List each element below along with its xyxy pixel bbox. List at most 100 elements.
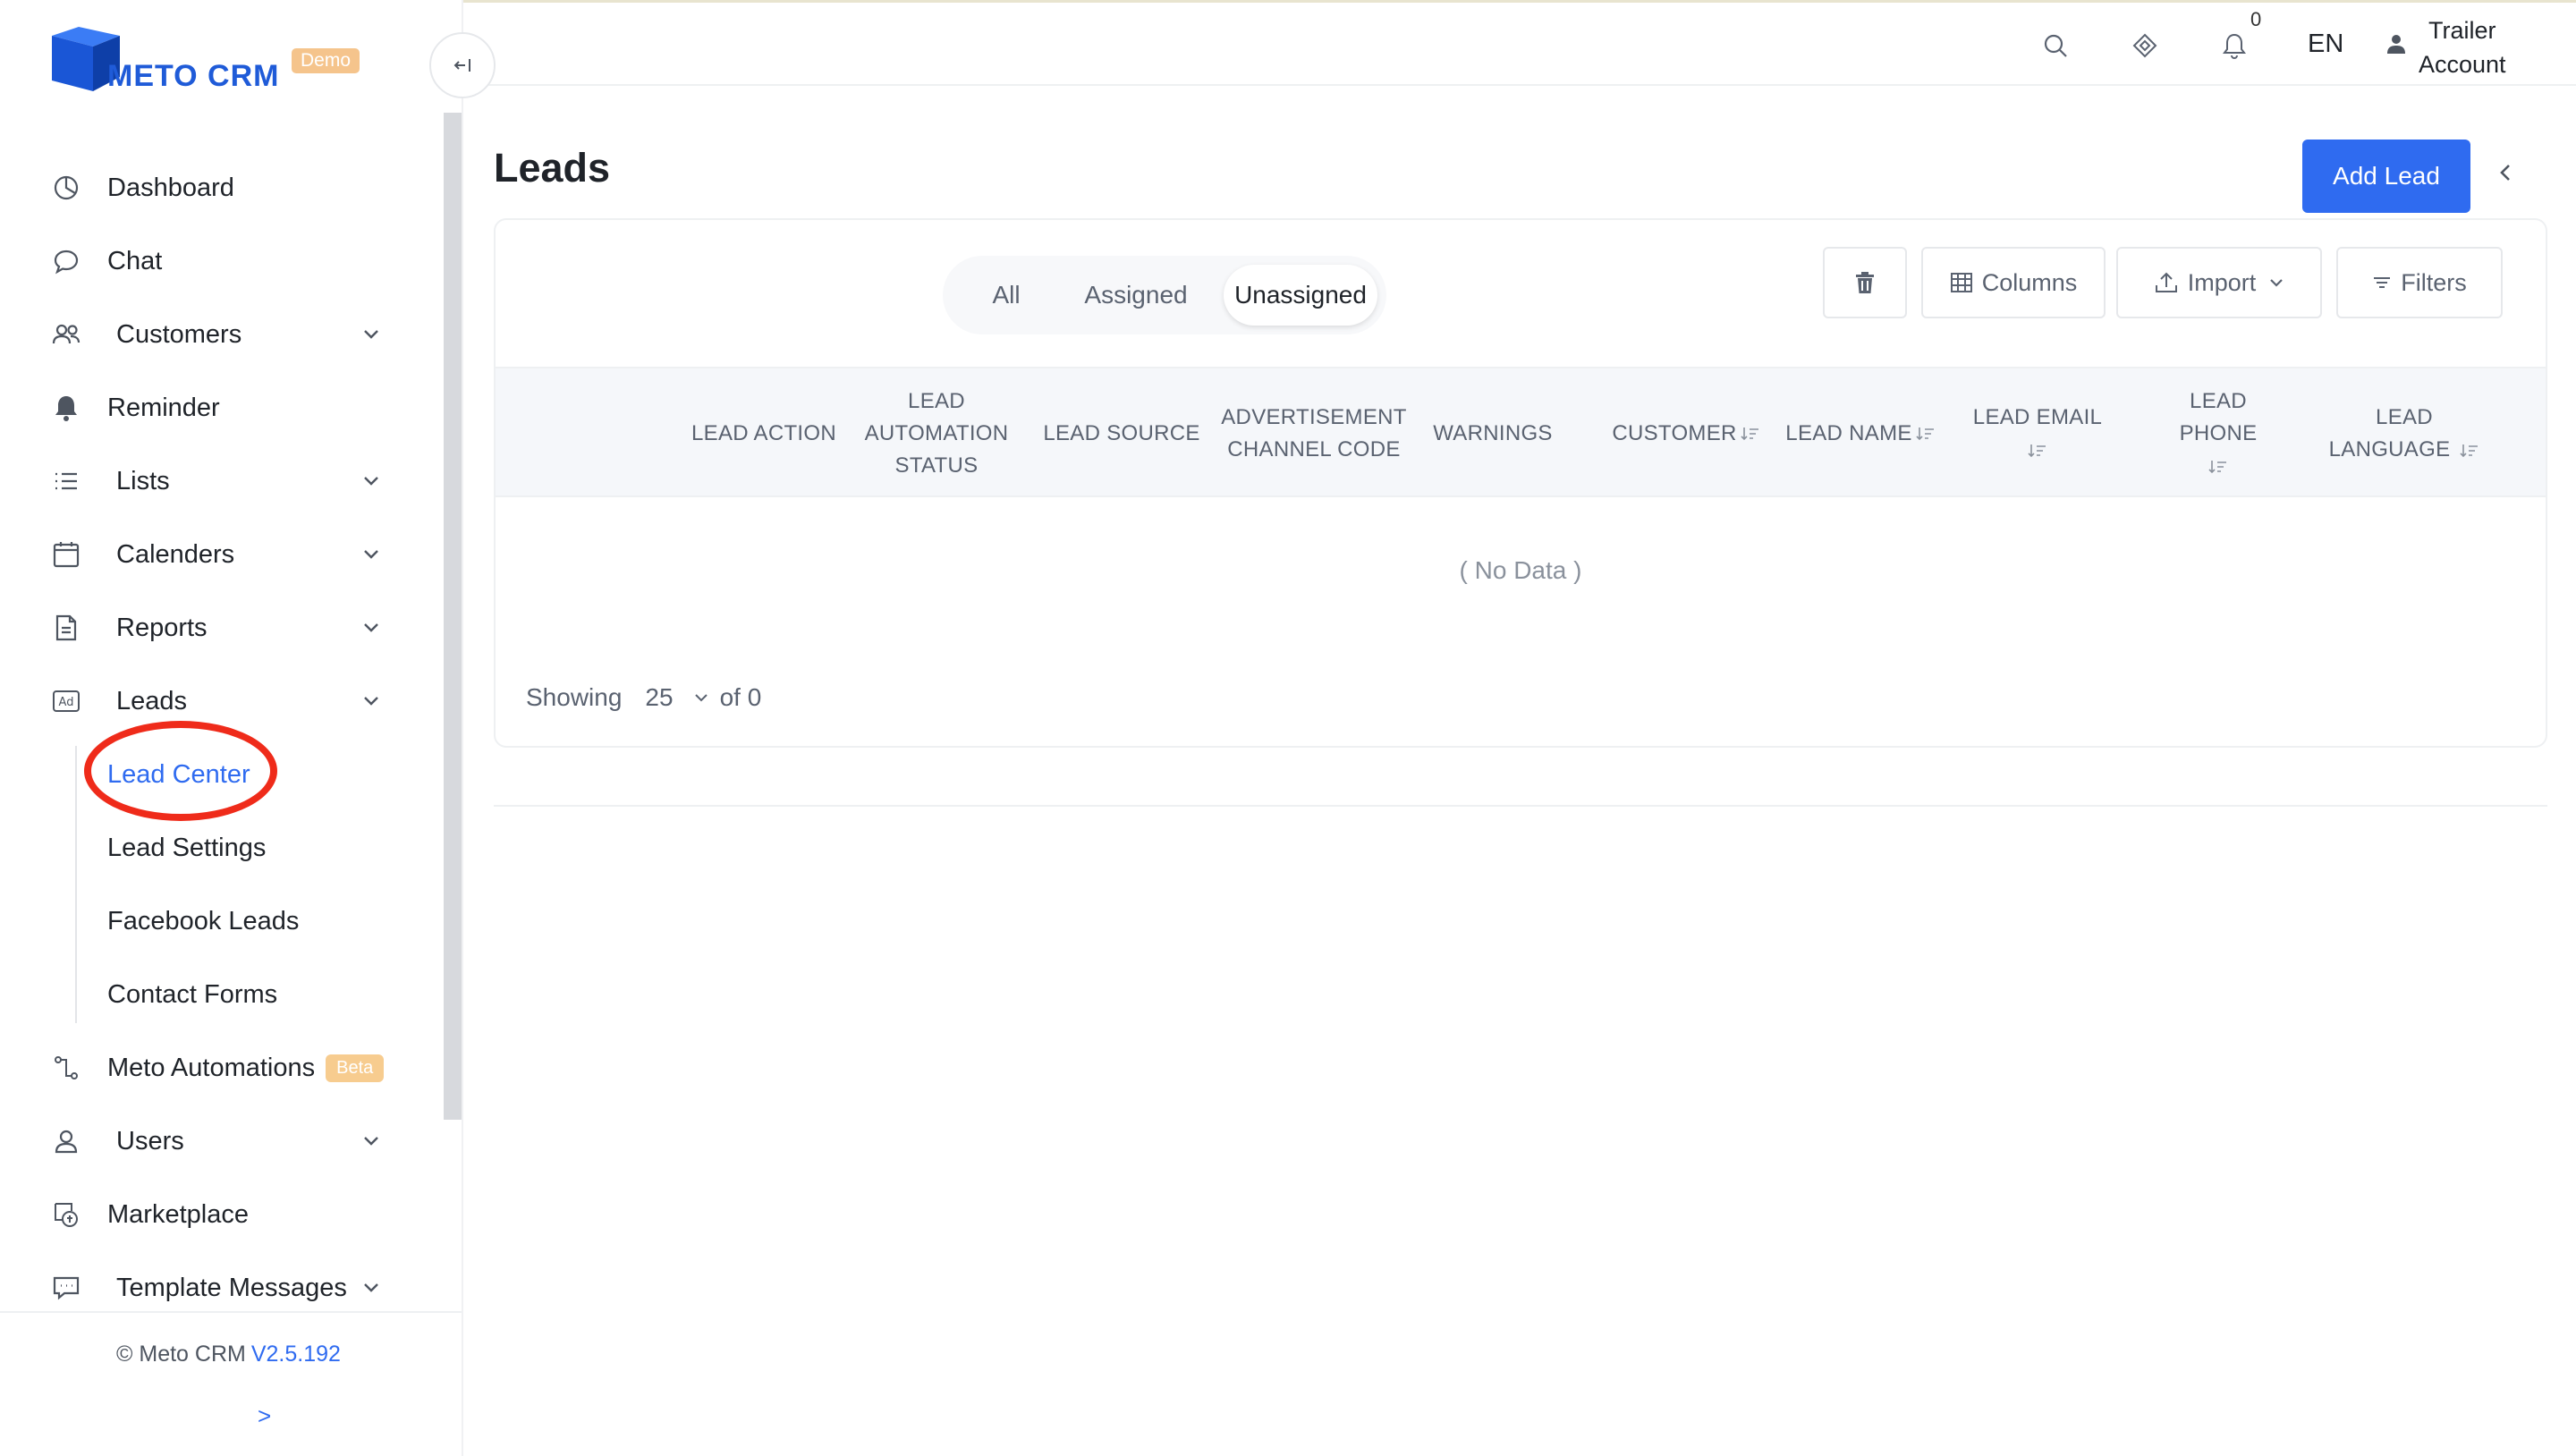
chevron-left-icon[interactable] — [2492, 159, 2519, 186]
notification-bell-icon[interactable] — [2218, 30, 2250, 62]
sidebar-item-lists[interactable]: Lists — [48, 454, 170, 508]
sort-icon[interactable] — [1916, 425, 1936, 443]
table-icon — [1950, 272, 1973, 293]
sidebar-item-label: Leads — [116, 686, 188, 715]
chevron-down-icon — [2268, 277, 2284, 288]
chevron-down-icon[interactable] — [358, 468, 385, 495]
column-header-advertisement-channel-code[interactable]: ADVERTISEMENT CHANNEL CODE — [1218, 368, 1410, 499]
content-divider — [494, 805, 2547, 807]
sidebar-item-template-messages[interactable]: Template Messages — [48, 1261, 347, 1315]
user-icon — [48, 1123, 84, 1159]
chevron-down-icon[interactable] — [358, 688, 385, 715]
column-header-label: ADVERTISEMENT CHANNEL CODE — [1221, 405, 1407, 461]
sidebar-item-label: Lists — [116, 466, 170, 495]
search-icon[interactable] — [2039, 30, 2072, 62]
sidebar-expand-button[interactable]: > — [258, 1402, 271, 1430]
sidebar-subitem-facebook-leads[interactable]: Facebook Leads — [107, 896, 299, 946]
sidebar-item-dashboard[interactable]: Dashboard — [48, 161, 234, 215]
chevron-down-icon[interactable] — [693, 692, 709, 703]
sidebar-collapse-button[interactable] — [429, 32, 496, 98]
column-header-label: WARNINGS — [1433, 421, 1553, 445]
sidebar-subitem-lead-settings[interactable]: Lead Settings — [107, 823, 266, 873]
calendar-icon — [48, 537, 84, 572]
chevron-down-icon[interactable] — [358, 321, 385, 348]
page-title: Leads — [494, 145, 611, 190]
sort-icon[interactable] — [1741, 425, 1760, 443]
list-icon — [48, 463, 84, 499]
segment-tabs: All Assigned Unassigned — [943, 256, 1386, 334]
trash-icon — [1856, 272, 1874, 293]
table-header: LEAD ACTION LEAD AUTOMATION STATUS LEAD … — [496, 367, 2546, 497]
sidebar-item-leads[interactable]: Ad Leads — [48, 674, 187, 728]
column-header-label: LEAD SOURCE — [1043, 421, 1200, 445]
beta-badge: Beta — [326, 1054, 385, 1082]
chevron-down-icon[interactable] — [358, 1128, 385, 1155]
account-name: Trailer Account — [2419, 13, 2506, 81]
ad-icon: Ad — [48, 683, 84, 719]
account-menu[interactable]: Trailer Account — [2386, 13, 2506, 81]
filter-icon — [2372, 275, 2392, 291]
sidebar-item-label: Reminder — [107, 393, 220, 422]
chevron-down-icon[interactable] — [358, 541, 385, 568]
chevron-down-icon[interactable] — [358, 614, 385, 641]
diamond-icon[interactable] — [2129, 30, 2161, 62]
language-selector[interactable]: EN — [2308, 30, 2343, 59]
sort-icon[interactable] — [2028, 442, 2047, 460]
column-header-lead-source[interactable]: LEAD SOURCE — [1038, 368, 1206, 499]
column-header-lead-action[interactable]: LEAD ACTION — [683, 368, 844, 499]
logo[interactable]: METO CRM Demo — [48, 23, 370, 95]
sort-icon[interactable] — [2208, 458, 2228, 476]
delete-button[interactable] — [1823, 247, 1907, 318]
column-header-label: CUSTOMER — [1612, 421, 1737, 445]
column-header-customer[interactable]: CUSTOMER — [1601, 368, 1771, 499]
filters-button[interactable]: Filters — [2336, 247, 2503, 318]
tab-assigned[interactable]: Assigned — [1059, 265, 1213, 326]
sidebar-item-users[interactable]: Users — [48, 1114, 184, 1168]
sidebar-item-reports[interactable]: Reports — [48, 601, 208, 655]
sort-icon[interactable] — [2460, 442, 2479, 460]
brand-name: METO CRM — [107, 59, 280, 93]
showing-label: Showing — [526, 683, 623, 711]
column-header-lead-language[interactable]: LEAD LANGUAGE — [2315, 368, 2494, 499]
column-header-label: LEAD EMAIL — [1972, 405, 2103, 429]
chevron-down-icon[interactable] — [358, 1274, 385, 1301]
column-header-label: LEAD PHONE — [2179, 389, 2258, 445]
columns-button[interactable]: Columns — [1921, 247, 2106, 318]
account-line2: Account — [2419, 51, 2506, 78]
column-header-label: LEAD NAME — [1785, 421, 1912, 445]
sidebar-scrollbar[interactable] — [444, 113, 462, 1120]
import-button[interactable]: Import — [2116, 247, 2322, 318]
sidebar-item-calenders[interactable]: Calenders — [48, 528, 234, 581]
tab-unassigned[interactable]: Unassigned — [1224, 265, 1377, 326]
sidebar-item-chat[interactable]: Chat — [48, 234, 162, 288]
sidebar-item-reminder[interactable]: Reminder — [48, 381, 220, 435]
filters-label: Filters — [2401, 268, 2467, 296]
tab-all[interactable]: All — [964, 265, 1048, 326]
marketplace-icon — [48, 1197, 84, 1232]
column-header-warnings[interactable]: WARNINGS — [1426, 368, 1560, 499]
sidebar-item-label: Marketplace — [107, 1199, 249, 1229]
collapse-arrow-icon — [453, 59, 470, 72]
empty-state: ( No Data ) — [1459, 556, 1582, 584]
column-header-lead-phone[interactable]: LEAD PHONE — [2148, 368, 2288, 499]
report-icon — [48, 610, 84, 646]
leads-table-card: All Assigned Unassigned Columns Import F… — [494, 218, 2547, 748]
version-link[interactable]: V2.5.192 — [251, 1342, 341, 1367]
sidebar-item-label: Customers — [116, 319, 242, 349]
upload-icon — [2154, 271, 2179, 294]
column-header-lead-email[interactable]: LEAD EMAIL — [1970, 368, 2106, 499]
sidebar-item-marketplace[interactable]: Marketplace — [48, 1188, 249, 1241]
account-line1: Trailer — [2428, 17, 2496, 44]
sidebar-item-label: Calenders — [116, 539, 235, 569]
sidebar-item-meto-automations[interactable]: Meto Automations Beta — [48, 1041, 385, 1095]
import-label: Import — [2187, 268, 2257, 296]
add-lead-button[interactable]: Add Lead — [2302, 140, 2470, 213]
template-icon — [48, 1270, 84, 1306]
sidebar-item-customers[interactable]: Customers — [48, 308, 242, 361]
demo-badge: Demo — [292, 48, 360, 73]
column-header-lead-name[interactable]: LEAD NAME — [1784, 368, 1937, 499]
page-size-select[interactable]: 25 — [645, 683, 673, 712]
bell-icon — [48, 390, 84, 426]
sidebar-subitem-contact-forms[interactable]: Contact Forms — [107, 969, 277, 1020]
column-header-lead-automation-status[interactable]: LEAD AUTOMATION STATUS — [860, 368, 1013, 499]
